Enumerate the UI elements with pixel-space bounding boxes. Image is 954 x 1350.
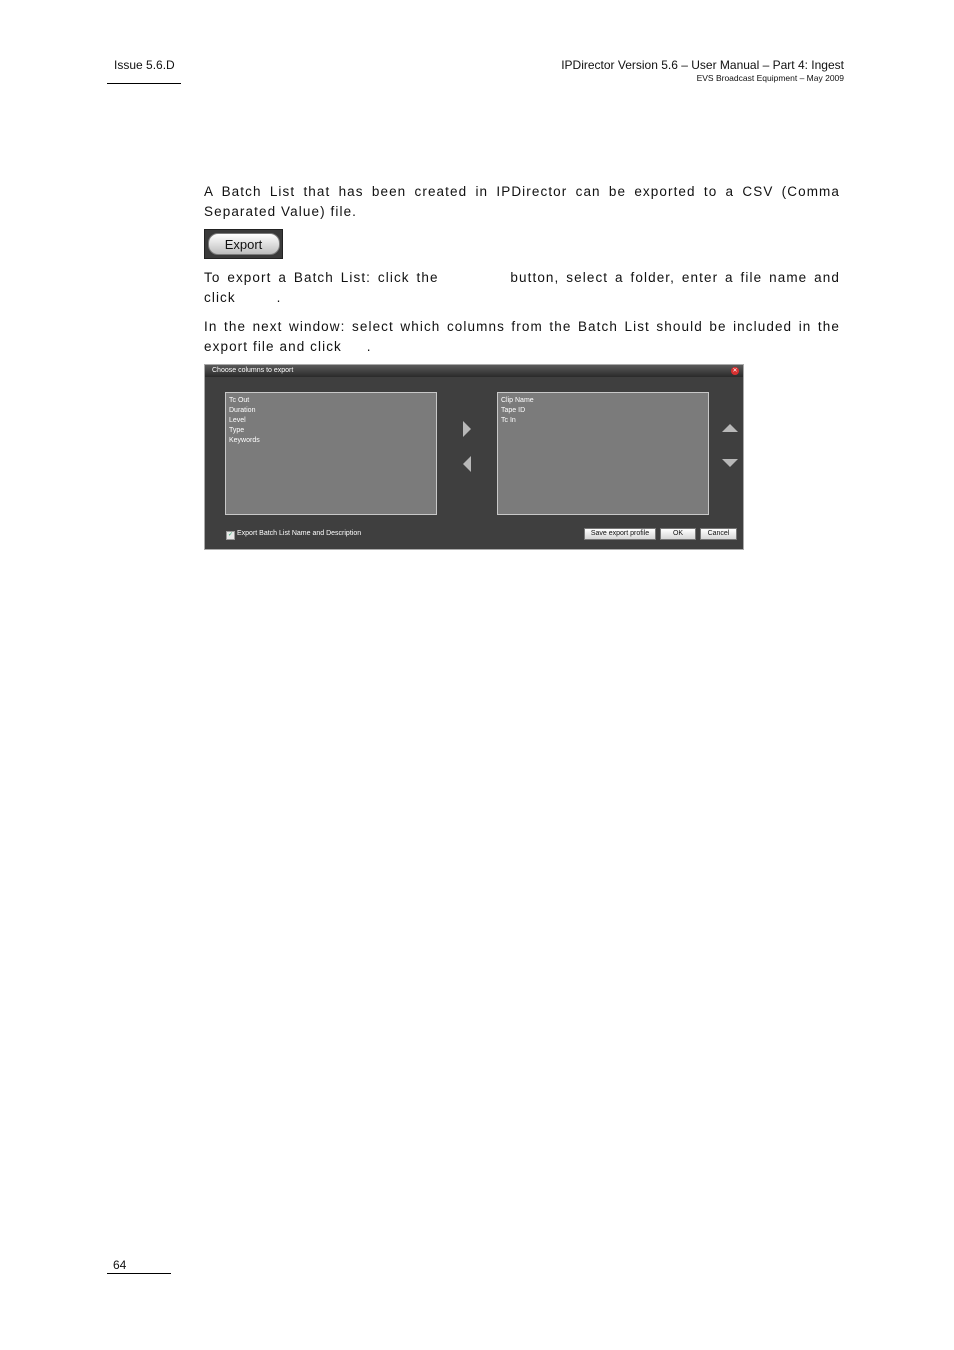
header-right: IPDirector Version 5.6 – User Manual – P… bbox=[561, 58, 844, 83]
para3-part-a: In the next window: select which columns… bbox=[204, 319, 840, 354]
list-item[interactable]: Level bbox=[229, 416, 433, 426]
para2-part-a: To export a Batch List: click the bbox=[204, 270, 439, 285]
move-right-arrow-icon[interactable] bbox=[462, 420, 472, 438]
list-item[interactable]: Keywords bbox=[229, 436, 433, 446]
save-export-profile-button[interactable]: Save export profile bbox=[584, 528, 656, 540]
export-name-checkbox-label: Export Batch List Name and Description bbox=[237, 530, 362, 537]
dialog-title: Choose columns to export bbox=[212, 367, 294, 374]
selected-columns-list[interactable]: Clip Name Tape ID Tc In bbox=[497, 392, 709, 515]
move-down-arrow-icon[interactable] bbox=[721, 458, 739, 468]
list-item[interactable]: Tc In bbox=[501, 416, 705, 426]
close-icon[interactable]: ✕ bbox=[731, 367, 739, 375]
list-item[interactable]: Type bbox=[229, 426, 433, 436]
header-left-rule bbox=[107, 83, 181, 84]
list-item[interactable]: Duration bbox=[229, 406, 433, 416]
export-button-pill: Export bbox=[207, 233, 280, 255]
paragraph-select-columns: In the next window: select which columns… bbox=[204, 317, 840, 356]
list-item[interactable]: Clip Name bbox=[501, 396, 705, 406]
header-subtitle: EVS Broadcast Equipment – May 2009 bbox=[696, 73, 844, 83]
ok-button[interactable]: OK bbox=[660, 528, 696, 540]
dialog-title-bar: Choose columns to export bbox=[205, 365, 743, 377]
move-up-arrow-icon[interactable] bbox=[721, 423, 739, 433]
move-left-arrow-icon[interactable] bbox=[462, 455, 472, 473]
header-issue: Issue 5.6.D bbox=[114, 58, 175, 72]
paragraph-export-steps: To export a Batch List: click the button… bbox=[204, 268, 840, 307]
para2-part-c: . bbox=[276, 289, 282, 305]
list-item[interactable]: Tape ID bbox=[501, 406, 705, 416]
page-number: 64 bbox=[113, 1258, 127, 1272]
export-name-checkbox[interactable]: ✓ bbox=[226, 531, 235, 540]
choose-columns-dialog: Choose columns to export ✕ Tc Out Durati… bbox=[204, 364, 744, 550]
cancel-button[interactable]: Cancel bbox=[700, 528, 737, 540]
export-button-image: Export bbox=[204, 229, 283, 259]
para3-part-b: . bbox=[366, 338, 372, 354]
footer-rule bbox=[107, 1273, 171, 1274]
paragraph-intro: A Batch List that has been created in IP… bbox=[204, 184, 840, 219]
available-columns-list[interactable]: Tc Out Duration Level Type Keywords bbox=[225, 392, 437, 515]
list-item[interactable]: Tc Out bbox=[229, 396, 433, 406]
header-title: IPDirector Version 5.6 – User Manual – P… bbox=[561, 58, 844, 72]
